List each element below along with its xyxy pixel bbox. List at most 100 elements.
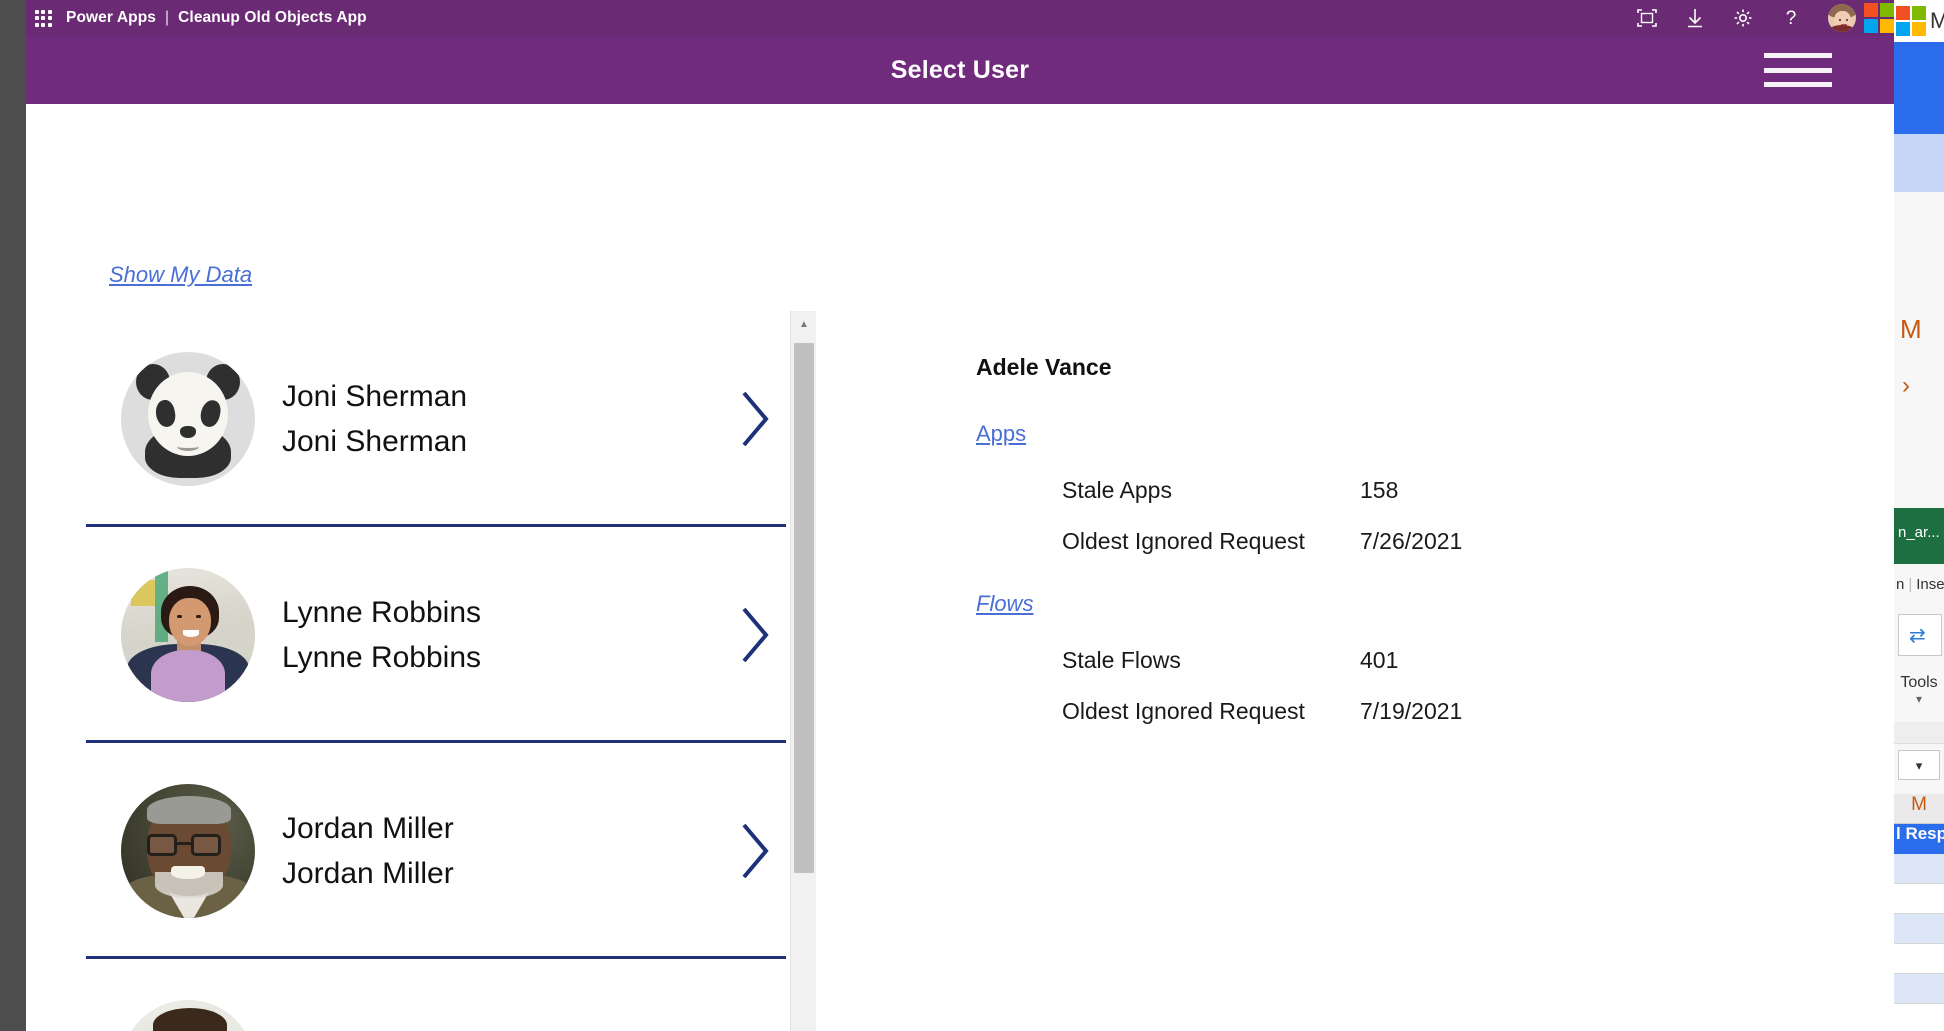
table-row: Stale Flows 401 <box>1062 647 1696 674</box>
photo-avatar-grady <box>121 1000 255 1031</box>
table-row: Oldest Ignored Request 7/26/2021 <box>1062 528 1696 555</box>
list-item[interactable]: Lynne Robbins Lynne Robbins <box>60 527 790 743</box>
fit-to-screen-icon[interactable] <box>1636 7 1658 29</box>
avatar-photo-art <box>121 568 255 702</box>
chevron-right-icon[interactable] <box>720 822 790 880</box>
excel-white-band <box>1894 192 1944 312</box>
avatar-photo-eye-right <box>196 615 201 618</box>
row-label: Stale Apps <box>1062 477 1360 504</box>
avatar-photo-glasses-right <box>191 834 221 856</box>
row-label: Stale Flows <box>1062 647 1360 674</box>
excel-tools-icon[interactable] <box>1898 614 1942 656</box>
background-excel-window[interactable]: M M › n_ar... n|Inse Tools ▾ ▾ M l Resp <box>1894 0 1944 1031</box>
list-item-primary-name: Jordan Miller <box>282 813 720 845</box>
excel-ribbon-divider <box>1894 722 1944 744</box>
row-value: 401 <box>1360 647 1398 674</box>
download-icon[interactable] <box>1684 7 1706 29</box>
excel-tools-label-text: Tools <box>1900 674 1937 691</box>
list-item[interactable]: Joni Sherman Joni Sherman <box>60 311 790 527</box>
app-launcher-waffle-icon[interactable] <box>26 0 60 36</box>
table-row: Stale Apps 158 <box>1062 477 1696 504</box>
excel-grid-row[interactable] <box>1894 914 1944 944</box>
avatar-photo-art <box>121 784 255 918</box>
excel-dropdown-chevron-icon[interactable]: ▾ <box>1898 750 1940 780</box>
avatar-shirt <box>1830 25 1854 32</box>
excel-grid-row[interactable] <box>1894 944 1944 974</box>
list-item[interactable]: Grady Archie Grady Archie <box>60 959 790 1031</box>
avatar-photo-smile <box>171 866 205 879</box>
excel-tools-group-label[interactable]: Tools ▾ <box>1894 672 1944 722</box>
excel-ribbon-tab-divider: | <box>1904 576 1916 593</box>
detail-section-flows: Flows Stale Flows 401 Oldest Ignored Req… <box>976 591 1696 725</box>
avatar-photo-sign <box>131 580 155 606</box>
excel-grid-row[interactable] <box>1894 884 1944 914</box>
svg-text:?: ? <box>1786 8 1797 29</box>
list-item-primary-name: Lynne Robbins <box>282 597 720 629</box>
excel-titlebar-strip: M <box>1894 0 1944 42</box>
excel-document-title: n_ar... <box>1894 508 1944 564</box>
flows-section-link[interactable]: Flows <box>976 591 1033 617</box>
suite-bar-actions: ? <box>1636 0 1856 36</box>
excel-grid-row[interactable] <box>1894 974 1944 1004</box>
account-avatar[interactable] <box>1828 4 1856 32</box>
scroll-up-arrow-icon[interactable]: ▲ <box>791 311 817 337</box>
excel-grid-row[interactable] <box>1894 854 1944 884</box>
excel-selected-cell[interactable]: l Resp <box>1894 824 1944 854</box>
avatar-photo-hair <box>147 796 231 824</box>
suite-command-bar: Power Apps | Cleanup Old Objects App <box>26 0 1894 36</box>
apps-section-link[interactable]: Apps <box>976 421 1026 447</box>
brand-label[interactable]: Power Apps <box>66 9 156 27</box>
excel-grid-row[interactable] <box>1894 1004 1944 1031</box>
excel-orange-letter: M <box>1894 312 1944 372</box>
excel-tools-chevron-down-icon[interactable]: ▾ <box>1894 692 1944 706</box>
avatar-photo-glasses-bridge <box>177 842 191 845</box>
row-value: 7/19/2021 <box>1360 698 1462 725</box>
panda-mouth <box>177 442 199 451</box>
list-item-labels: Jordan Miller Jordan Miller <box>282 813 720 890</box>
desktop-background: M M › n_ar... n|Inse Tools ▾ ▾ M l Resp <box>0 0 1944 1031</box>
screen-header: Select User <box>26 36 1894 104</box>
page-title: Select User <box>891 56 1029 85</box>
list-item-labels: Lynne Robbins Lynne Robbins <box>282 597 720 674</box>
help-icon[interactable]: ? <box>1780 7 1802 29</box>
photo-avatar-jordan <box>121 784 255 918</box>
app-canvas: Show My Data <box>26 104 1894 1031</box>
app-name-label[interactable]: Cleanup Old Objects App <box>178 9 367 27</box>
excel-name-box[interactable]: ▾ <box>1894 744 1944 794</box>
row-value: 158 <box>1360 477 1398 504</box>
gallery-scrollbar[interactable]: ▲ ▼ <box>790 311 816 1031</box>
user-gallery-items: Joni Sherman Joni Sherman <box>60 311 790 1031</box>
apps-section-rows: Stale Apps 158 Oldest Ignored Request 7/… <box>1062 477 1696 555</box>
scrollbar-thumb[interactable] <box>794 343 814 873</box>
row-label: Oldest Ignored Request <box>1062 528 1360 555</box>
avatar-photo-art <box>121 1000 255 1031</box>
list-item-secondary-name: Lynne Robbins <box>282 642 720 674</box>
user-gallery: Joni Sherman Joni Sherman <box>60 311 820 1031</box>
chevron-right-icon[interactable] <box>720 606 790 664</box>
excel-ribbon-tab-insert[interactable]: Inse <box>1916 576 1944 593</box>
table-row: Oldest Ignored Request 7/19/2021 <box>1062 698 1696 725</box>
avatar-eye-right <box>1846 19 1848 21</box>
avatar-photo-eye-left <box>177 615 182 618</box>
excel-blue-band-1 <box>1894 42 1944 134</box>
avatar-eye-left <box>1839 19 1841 21</box>
detail-section-apps: Apps Stale Apps 158 Oldest Ignored Reque… <box>976 421 1696 555</box>
chevron-right-icon[interactable] <box>720 390 790 448</box>
photo-avatar-lynne <box>121 568 255 702</box>
excel-ribbon-tabs[interactable]: n|Inse <box>1894 564 1944 608</box>
power-apps-player-window: Power Apps | Cleanup Old Objects App <box>26 0 1894 1031</box>
hamburger-menu-icon[interactable] <box>1764 53 1832 87</box>
avatar-photo-scarf <box>151 650 225 702</box>
show-my-data-link[interactable]: Show My Data <box>109 262 252 288</box>
list-item[interactable]: Jordan Miller Jordan Miller <box>60 743 790 959</box>
list-item-secondary-name: Joni Sherman <box>282 426 720 458</box>
excel-tools-button[interactable] <box>1894 608 1944 672</box>
excel-ms-logo-letter: M <box>1930 8 1944 34</box>
settings-gear-icon[interactable] <box>1732 7 1754 29</box>
flows-section-rows: Stale Flows 401 Oldest Ignored Request 7… <box>1062 647 1696 725</box>
excel-gap-band <box>1894 426 1944 508</box>
list-item-labels: Joni Sherman Joni Sherman <box>282 381 720 458</box>
excel-column-header[interactable]: M <box>1894 794 1944 824</box>
excel-grid-rows[interactable] <box>1894 854 1944 1031</box>
user-detail-panel: Adele Vance Apps Stale Apps 158 Oldest I… <box>976 354 1696 749</box>
